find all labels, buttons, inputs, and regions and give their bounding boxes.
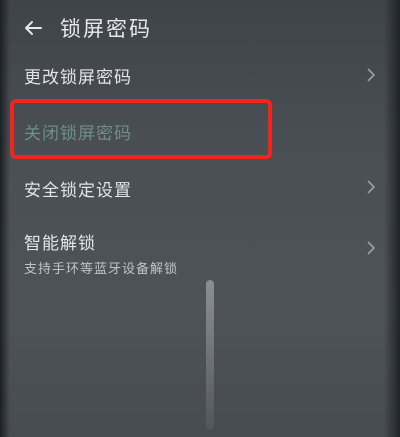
menu-item-security-lock-settings[interactable]: 安全锁定设置 bbox=[24, 176, 380, 201]
chevron-right-icon bbox=[367, 68, 376, 82]
menu-item-subtitle: 支持手环等蓝牙设备解锁 bbox=[24, 262, 179, 277]
menu-item-label: 更改锁屏密码 bbox=[24, 68, 132, 88]
device-bezel-right bbox=[384, 0, 400, 437]
page-header: 锁屏密码 bbox=[22, 8, 152, 48]
menu-item-label: 安全锁定设置 bbox=[24, 181, 132, 201]
device-bezel-left bbox=[0, 0, 10, 437]
menu-item-change-lock-password[interactable]: 更改锁屏密码 bbox=[24, 63, 380, 88]
chevron-right-icon bbox=[367, 180, 376, 194]
chevron-right-icon bbox=[367, 241, 376, 255]
highlight-box bbox=[10, 99, 272, 159]
settings-screen: 锁屏密码 更改锁屏密码 关闭锁屏密码 安全锁定设置 智能解锁 支持手环等蓝牙设备… bbox=[0, 0, 400, 437]
menu-item-label: 智能解锁 bbox=[24, 234, 96, 254]
menu-item-smart-unlock[interactable]: 智能解锁 支持手环等蓝牙设备解锁 bbox=[24, 229, 380, 277]
page-title: 锁屏密码 bbox=[60, 17, 152, 41]
back-arrow-icon[interactable] bbox=[22, 17, 44, 39]
screen-glare bbox=[206, 280, 214, 430]
